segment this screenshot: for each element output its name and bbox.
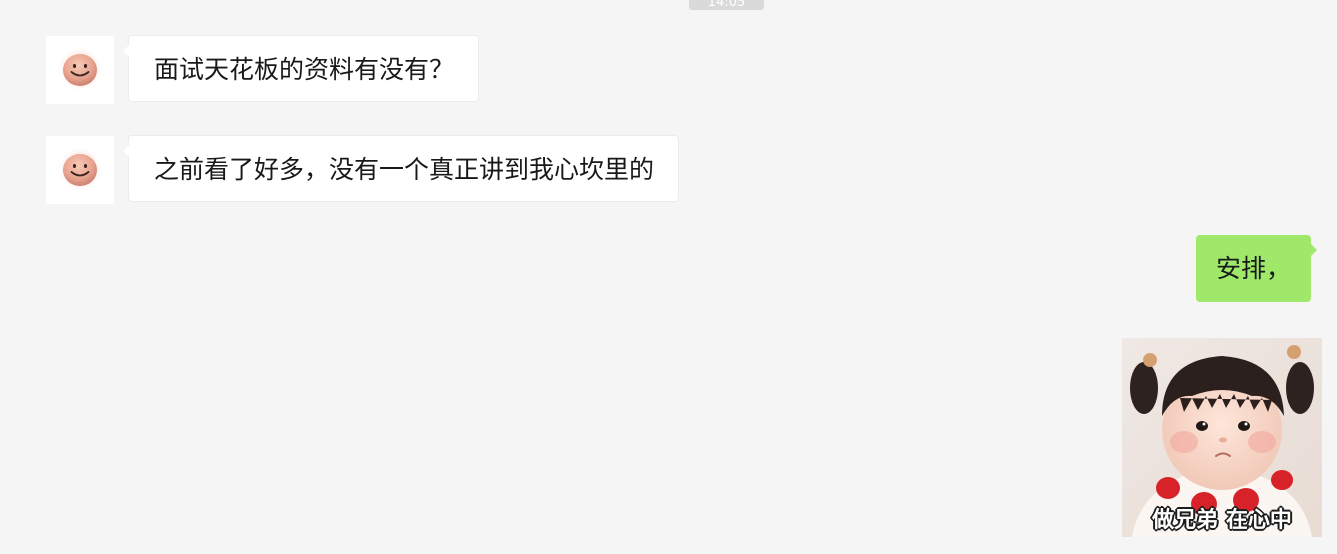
incoming-message-bubble[interactable]: 之前看了好多，没有一个真正讲到我心坎里的 — [122, 135, 680, 202]
outgoing-message-bubble[interactable]: 安排， — [1196, 235, 1318, 302]
time-label: 14:05 — [707, 0, 746, 10]
contact-avatar[interactable] — [46, 136, 114, 204]
smiley-face-icon — [57, 46, 103, 92]
contact-avatar[interactable] — [46, 36, 114, 104]
sticker-caption: 做兄弟 在心中 — [1152, 508, 1292, 533]
incoming-message-bubble[interactable]: 面试天花板的资料有没有？ — [122, 35, 480, 102]
time-divider: 14:05 — [689, 0, 764, 10]
smiley-face-icon — [57, 146, 103, 192]
sticker-message[interactable]: 做兄弟 在心中 — [1122, 338, 1322, 537]
